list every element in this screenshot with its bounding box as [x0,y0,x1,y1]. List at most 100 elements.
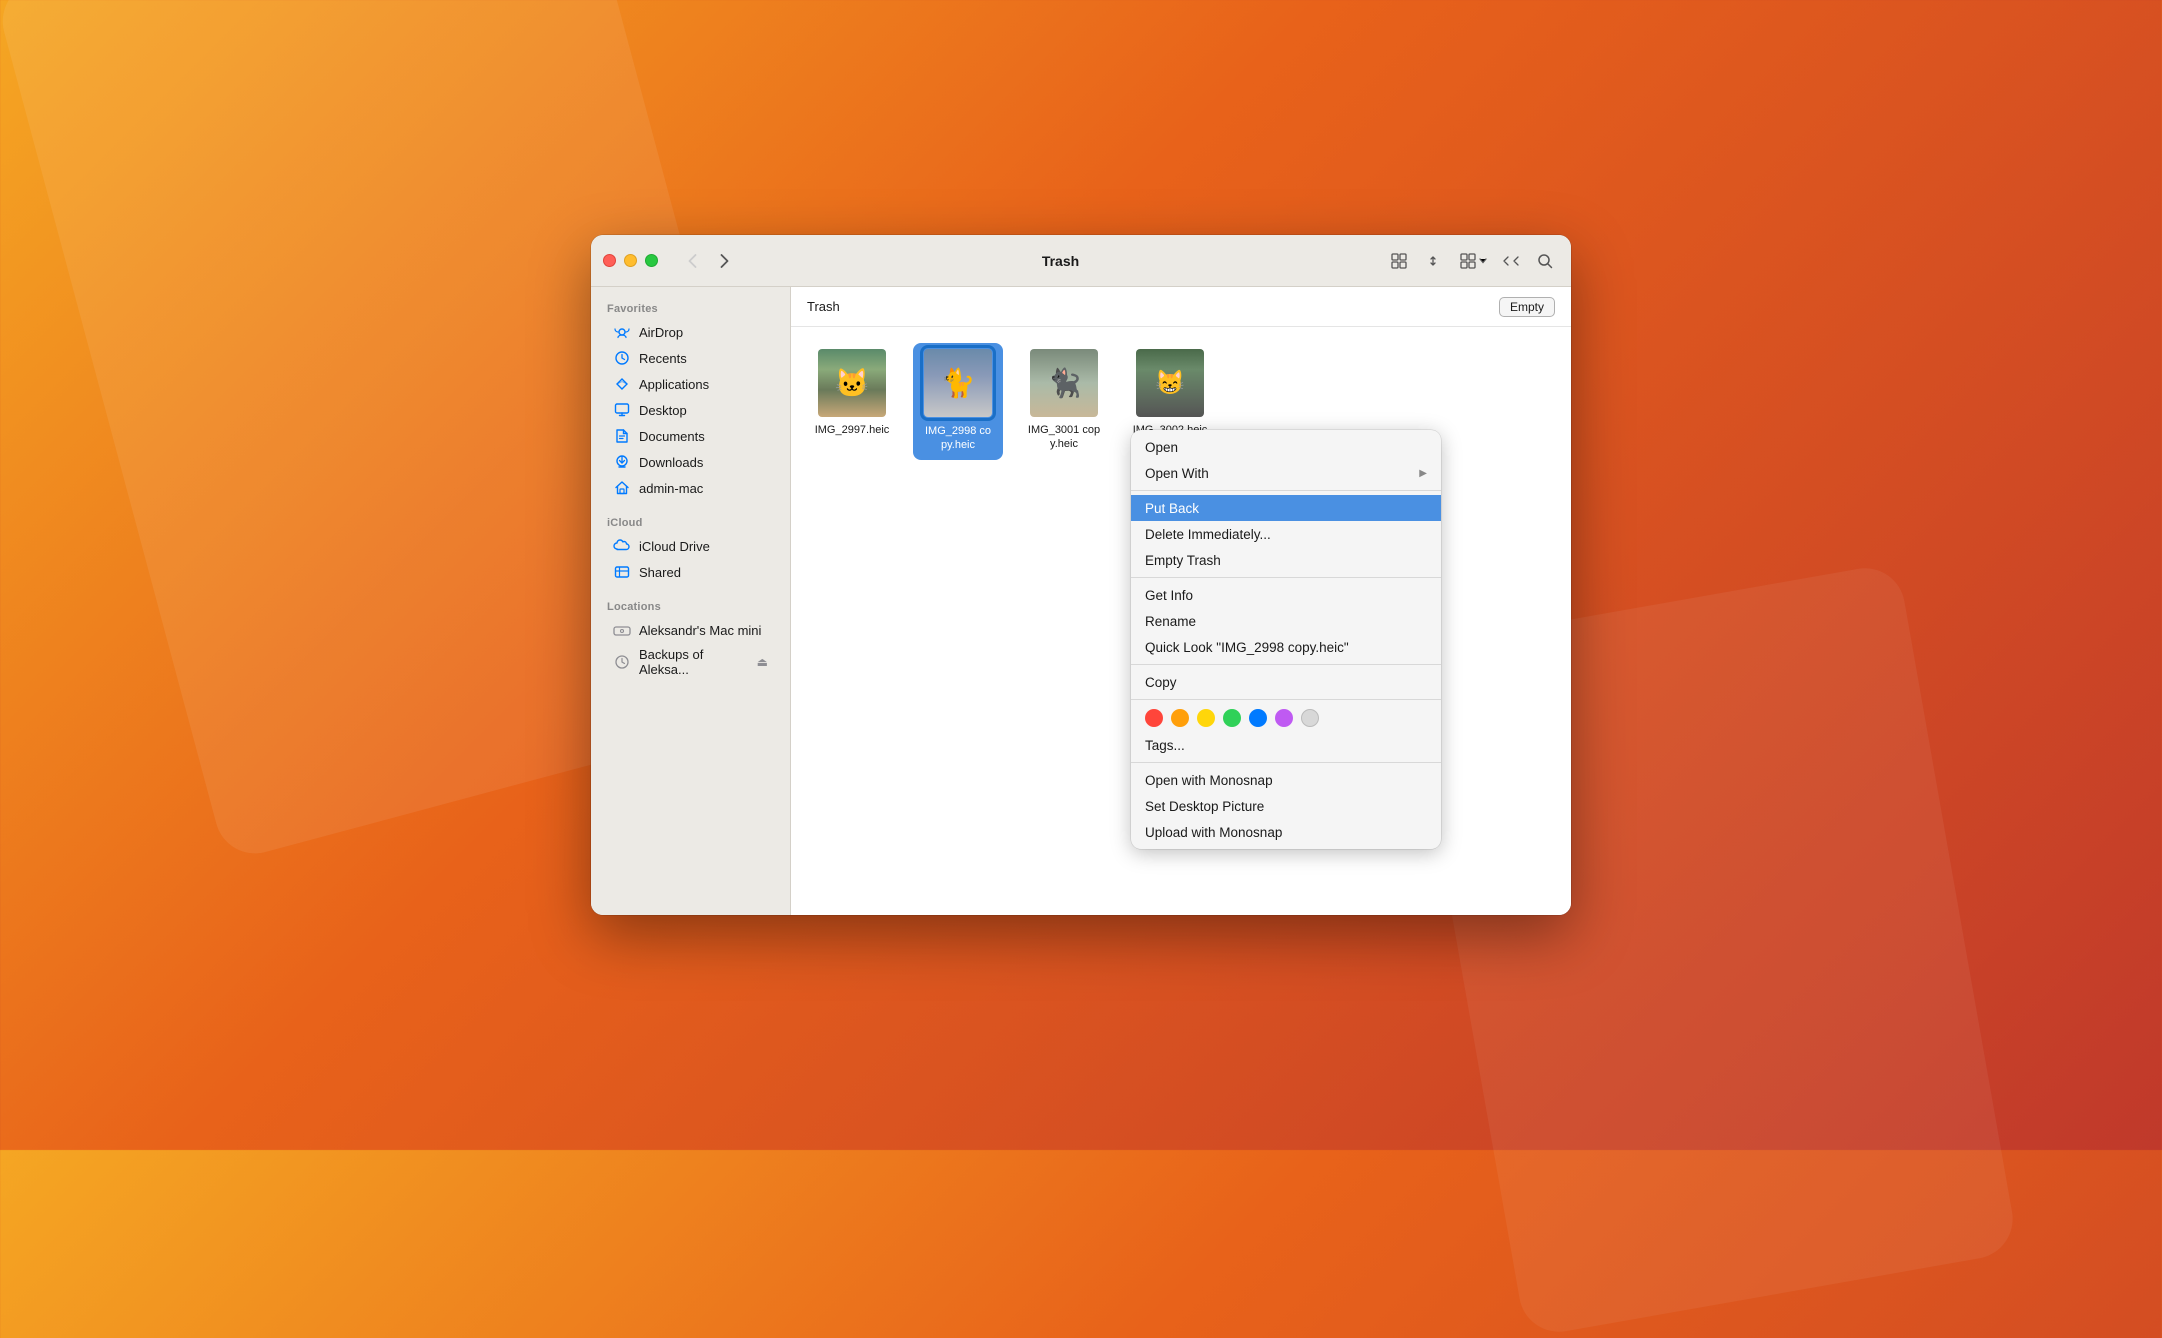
sidebar-item-shared[interactable]: Shared [597,559,784,585]
search-button[interactable] [1531,247,1559,275]
sidebar-item-documents[interactable]: Documents [597,423,784,449]
ctx-open-label: Open [1145,440,1178,455]
sidebar-section-favorites: Favorites [591,295,790,319]
icloud-icon [613,537,631,555]
empty-trash-button[interactable]: Empty [1499,297,1555,317]
ctx-sep-5 [1131,762,1441,763]
sidebar-item-adminmac[interactable]: admin-mac [597,475,784,501]
ctx-put-back[interactable]: Put Back [1131,495,1441,521]
desktop-icon [613,401,631,419]
view-controls [1383,249,1449,273]
sidebar-label-recents: Recents [639,351,687,366]
home-icon [613,479,631,497]
shared-icon [613,563,631,581]
grid-view-button[interactable] [1383,249,1415,273]
file-thumbnail-img4 [1136,349,1204,417]
sort-button[interactable] [1417,249,1449,273]
file-item-img2998copy[interactable]: IMG_2998 copy.heic [913,343,1003,460]
more-button[interactable] [1497,247,1525,275]
sidebar-item-macmini[interactable]: Aleksandr's Mac mini [597,617,784,643]
sidebar-label-desktop: Desktop [639,403,687,418]
ctx-open[interactable]: Open [1131,434,1441,460]
ctx-open-with-arrow: ▶ [1419,468,1427,479]
ctx-empty-trash[interactable]: Empty Trash [1131,547,1441,573]
sidebar-item-airdrop[interactable]: AirDrop [597,319,784,345]
sidebar-label-downloads: Downloads [639,455,703,470]
ctx-sep-1 [1131,490,1441,491]
minimize-button[interactable] [624,254,637,267]
sidebar-section-locations: Locations [591,593,790,617]
sidebar-item-desktop[interactable]: Desktop [597,397,784,423]
sidebar-item-backups[interactable]: Backups of Aleksa... ⏏ [597,643,784,681]
chevron-right-icon [720,254,729,268]
chevron-left-icon [688,254,697,268]
ctx-delete-immediately[interactable]: Delete Immediately... [1131,521,1441,547]
forward-button[interactable] [710,247,738,275]
color-red[interactable] [1145,709,1163,727]
documents-icon [613,427,631,445]
sidebar-item-applications[interactable]: Applications [597,371,784,397]
color-gray[interactable] [1301,709,1319,727]
downloads-icon [613,453,631,471]
ctx-upload-monosnap[interactable]: Upload with Monosnap [1131,819,1441,845]
dropdown-chevron-icon [1479,257,1487,265]
grid-icon [1390,252,1408,270]
ctx-empty-trash-label: Empty Trash [1145,553,1221,568]
ctx-open-monosnap[interactable]: Open with Monosnap [1131,767,1441,793]
back-button[interactable] [678,247,706,275]
ctx-tags-label: Tags... [1145,738,1185,753]
color-orange[interactable] [1171,709,1189,727]
file-name-img3001copy: IMG_3001 copy.heic [1025,423,1103,452]
sidebar-label-airdrop: AirDrop [639,325,683,340]
sidebar-label-applications: Applications [639,377,709,392]
ctx-copy[interactable]: Copy [1131,669,1441,695]
ctx-set-desktop[interactable]: Set Desktop Picture [1131,793,1441,819]
backups-icon [613,653,631,671]
sidebar-label-shared: Shared [639,565,681,580]
file-area-header: Trash Empty [791,287,1571,327]
ctx-rename-label: Rename [1145,614,1196,629]
ctx-sep-2 [1131,577,1441,578]
chevron-double-icon [1503,255,1519,267]
color-green[interactable] [1223,709,1241,727]
ctx-open-with[interactable]: Open With ▶ [1131,460,1441,486]
ctx-get-info[interactable]: Get Info [1131,582,1441,608]
color-purple[interactable] [1275,709,1293,727]
ctx-open-with-label: Open With [1145,466,1209,481]
color-blue[interactable] [1249,709,1267,727]
sidebar-label-documents: Documents [639,429,705,444]
sidebar-label-backups: Backups of Aleksa... [639,647,749,677]
ctx-quick-look[interactable]: Quick Look "IMG_2998 copy.heic" [1131,634,1441,660]
macmini-icon [613,621,631,639]
ctx-tags[interactable]: Tags... [1131,732,1441,758]
sort-icon [1427,255,1439,267]
search-icon [1537,253,1553,269]
color-yellow[interactable] [1197,709,1215,727]
sidebar-label-icloud-drive: iCloud Drive [639,539,710,554]
ctx-open-monosnap-label: Open with Monosnap [1145,773,1273,788]
view-options-button[interactable] [1455,249,1491,273]
ctx-put-back-label: Put Back [1145,501,1199,516]
airdrop-icon [613,323,631,341]
sidebar-item-recents[interactable]: Recents [597,345,784,371]
ctx-delete-immediately-label: Delete Immediately... [1145,527,1271,542]
window-title: Trash [738,253,1383,269]
eject-icon[interactable]: ⏏ [757,655,768,669]
toolbar-nav [678,247,738,275]
maximize-button[interactable] [645,254,658,267]
toolbar-right [1383,247,1559,275]
ctx-colors [1131,704,1441,732]
sidebar-label-macmini: Aleksandr's Mac mini [639,623,761,638]
ctx-set-desktop-label: Set Desktop Picture [1145,799,1264,814]
file-item-img3001copy[interactable]: IMG_3001 copy.heic [1019,343,1109,460]
sidebar-item-icloud-drive[interactable]: iCloud Drive [597,533,784,559]
file-thumbnail-img2998copy [924,349,992,417]
close-button[interactable] [603,254,616,267]
sidebar-section-icloud: iCloud [591,509,790,533]
sidebar-item-downloads[interactable]: Downloads [597,449,784,475]
ctx-sep-4 [1131,699,1441,700]
view-options-icon [1459,252,1477,270]
ctx-rename[interactable]: Rename [1131,608,1441,634]
file-thumbnail-img2997 [818,349,886,417]
file-item-img2997[interactable]: IMG_2997.heic [807,343,897,460]
